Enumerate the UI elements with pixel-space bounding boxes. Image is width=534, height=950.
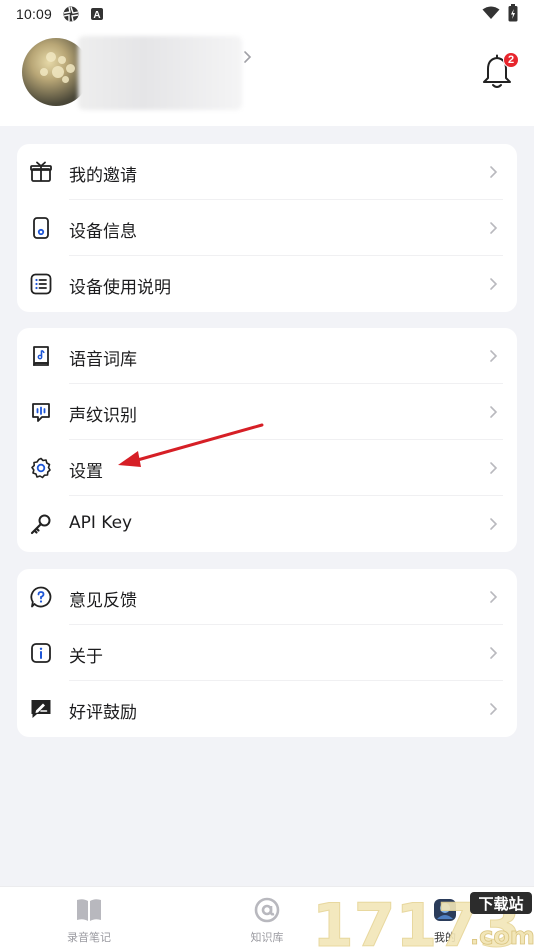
gear-icon <box>31 457 51 479</box>
profile-header: 2 <box>0 28 534 126</box>
music-book-icon <box>33 346 49 366</box>
menu-item-device-manual[interactable]: 设备使用说明 <box>17 256 517 312</box>
battery-charging-icon <box>508 3 518 25</box>
gift-icon <box>30 161 52 182</box>
chevron-right-icon <box>490 703 498 715</box>
tab-recording-notes[interactable]: 录音笔记 <box>49 895 129 945</box>
notification-badge: 2 <box>503 52 519 68</box>
svg-text:A: A <box>93 10 100 21</box>
chevron-right-icon <box>490 222 498 234</box>
menu-item-label: API Key <box>69 513 133 533</box>
menu-item-label: 好评鼓励 <box>69 703 137 723</box>
menu-item-label: 我的邀请 <box>69 166 137 186</box>
menu-item-vocabulary[interactable]: 语音词库 <box>17 328 517 384</box>
menu-item-feedback[interactable]: 意见反馈 <box>17 569 517 625</box>
menu-item-label: 设备使用说明 <box>69 278 171 298</box>
rate-icon <box>31 700 51 718</box>
chevron-right-icon <box>490 591 498 603</box>
menu-item-label: 语音词库 <box>69 350 137 370</box>
device-icon <box>33 217 49 239</box>
chevron-right-icon <box>490 518 498 530</box>
voiceprint-icon <box>32 403 50 422</box>
chevron-right-icon <box>490 462 498 474</box>
list-icon <box>30 273 52 295</box>
menu-item-label: 声纹识别 <box>69 406 137 426</box>
menu-item-label: 关于 <box>69 647 103 667</box>
chevron-right-icon <box>490 166 498 178</box>
wifi-icon <box>482 6 500 23</box>
chevron-right-icon <box>490 406 498 418</box>
book-icon <box>77 899 101 921</box>
menu-item-label: 设备信息 <box>69 222 137 242</box>
menu-item-about[interactable]: 关于 <box>17 625 517 681</box>
menu-item-label: 意见反馈 <box>69 591 137 611</box>
menu-item-label: 设置 <box>69 462 103 482</box>
menu-item-api-key[interactable]: API Key <box>17 496 517 552</box>
menu-card-account: 我的邀请 设备信息 设备使用说明 <box>17 144 517 312</box>
username-blurred[interactable] <box>78 36 242 110</box>
menu-item-device-info[interactable]: 设备信息 <box>17 200 517 256</box>
a-box-icon: A <box>90 7 104 21</box>
chevron-right-icon <box>490 350 498 362</box>
status-bar: 10:09 A <box>0 0 534 28</box>
watermark-logo: 17173 下载站 .com <box>312 891 534 950</box>
menu-card-features: 语音词库 声纹识别 设置 API Key <box>17 328 517 552</box>
menu-item-rate[interactable]: 好评鼓励 <box>17 681 517 737</box>
menu-item-settings[interactable]: 设置 <box>17 440 517 496</box>
svg-text:.com: .com <box>470 922 534 950</box>
chevron-right-icon <box>490 647 498 659</box>
menu-card-support: 意见反馈 关于 好评鼓励 <box>17 569 517 737</box>
chevron-right-icon <box>490 278 498 290</box>
question-icon <box>30 586 52 608</box>
info-icon <box>31 643 51 663</box>
menu-item-invitations[interactable]: 我的邀请 <box>17 144 517 200</box>
chevron-right-icon[interactable] <box>240 50 254 64</box>
tab-label: 知识库 <box>250 931 284 944</box>
menu-item-voiceprint[interactable]: 声纹识别 <box>17 384 517 440</box>
tab-label: 录音笔记 <box>67 931 111 944</box>
aperture-icon <box>62 5 80 23</box>
tab-knowledge-base[interactable]: 知识库 <box>227 895 307 945</box>
at-icon <box>254 897 280 923</box>
key-icon <box>30 514 51 535</box>
svg-text:下载站: 下载站 <box>478 895 523 913</box>
status-time: 10:09 <box>16 6 53 22</box>
